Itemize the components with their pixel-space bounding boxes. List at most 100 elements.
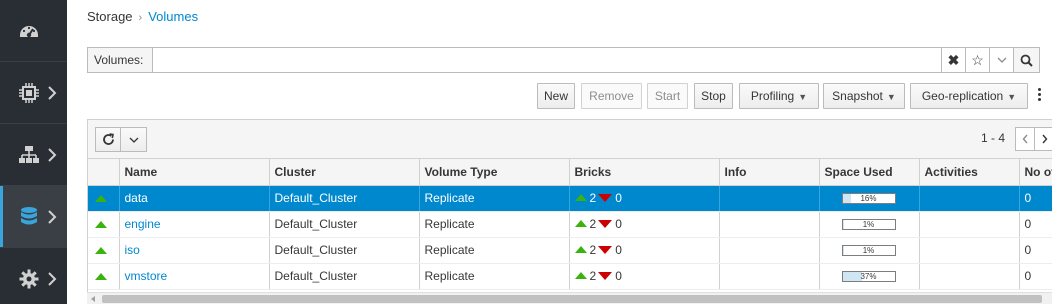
- column-header-no-of[interactable]: No of: [1019, 159, 1052, 186]
- vertical-nav: [0, 0, 67, 304]
- cluster-cell: Default_Cluster: [269, 211, 420, 238]
- caret-down-icon: ▼: [798, 92, 808, 102]
- info-cell: [719, 185, 820, 212]
- bookmark-button[interactable]: ☆: [965, 48, 989, 72]
- horizontal-scrollbar[interactable]: [87, 292, 1052, 304]
- chevron-right-icon: [48, 85, 57, 100]
- scrollbar-thumb[interactable]: [102, 295, 1042, 303]
- pagination-range: 1 - 4: [981, 131, 1006, 145]
- bricks-up-count: 2: [589, 243, 597, 257]
- space-progress-fill: [842, 193, 851, 203]
- column-header-activities[interactable]: Activities: [919, 159, 1020, 186]
- volume-type-cell: Replicate: [419, 211, 570, 238]
- arrow-up-icon: [574, 246, 587, 253]
- profiling-dropdown[interactable]: Profiling ▼: [739, 83, 819, 109]
- column-header-volume-type[interactable]: Volume Type: [419, 159, 570, 186]
- nav-item-compute[interactable]: [0, 62, 67, 124]
- bricks-cell: 20: [569, 211, 720, 238]
- arrow-up-icon: [574, 272, 587, 279]
- volumes-table: Name Cluster Volume Type Bricks Info Spa…: [88, 159, 1052, 290]
- start-button[interactable]: Start: [647, 83, 688, 109]
- volumes-grid: 1 - 4 Name Cluster Volume Type Bricks In…: [87, 119, 1052, 304]
- arrow-down-icon: [598, 246, 613, 254]
- grid-toolbar: 1 - 4: [88, 120, 1052, 159]
- status-cell: [88, 185, 120, 212]
- activities-cell: [919, 185, 1020, 212]
- chevron-right-icon: [48, 147, 57, 162]
- space-progress-fill: [842, 245, 844, 255]
- bricks-up-count: 2: [589, 269, 597, 283]
- geo-replication-label: Geo-replication: [921, 89, 1004, 103]
- star-icon: ☆: [971, 51, 984, 68]
- chevron-down-icon: [129, 137, 138, 143]
- column-header-status: [88, 159, 120, 186]
- table-row[interactable]: engine Default_Cluster Replicate 20 1% 0: [88, 211, 1052, 238]
- database-icon: [21, 206, 37, 224]
- volume-type-cell: Replicate: [419, 263, 570, 290]
- remove-button[interactable]: Remove: [581, 83, 642, 109]
- bricks-cell: 20: [569, 263, 720, 290]
- cluster-cell: Default_Cluster: [269, 263, 420, 290]
- gear-icon: [19, 269, 39, 288]
- scroll-left-icon[interactable]: [91, 296, 95, 302]
- profiling-label: Profiling: [750, 89, 795, 103]
- table-row[interactable]: data Default_Cluster Replicate 20 16% 0: [88, 185, 1052, 212]
- arrow-up-icon: [574, 220, 587, 227]
- kebab-menu-icon[interactable]: [1038, 88, 1042, 103]
- bricks-down-count: 0: [615, 217, 622, 231]
- nav-item-network[interactable]: [0, 124, 67, 186]
- new-button[interactable]: New: [537, 83, 575, 109]
- bricks-down-count: 0: [615, 243, 622, 257]
- next-page-button[interactable]: [1034, 127, 1052, 151]
- breadcrumb: Storage › Volumes: [87, 9, 198, 24]
- volume-type-cell: Replicate: [419, 185, 570, 212]
- space-percent: 1%: [862, 245, 875, 255]
- table-row[interactable]: vmstore Default_Cluster Replicate 20 37%…: [88, 263, 1052, 290]
- nav-item-storage[interactable]: [0, 186, 67, 248]
- previous-page-button[interactable]: [1015, 127, 1035, 151]
- search-input[interactable]: [153, 48, 941, 72]
- no-of-cell: 0: [1019, 263, 1052, 290]
- volume-name[interactable]: iso: [119, 237, 270, 264]
- bricks-cell: 20: [569, 237, 720, 264]
- search-button[interactable]: [1013, 48, 1039, 72]
- no-of-cell: 0: [1019, 185, 1052, 212]
- nav-item-administration[interactable]: [0, 248, 67, 304]
- space-progress-fill: [842, 219, 844, 229]
- arrow-down-icon: [598, 272, 613, 280]
- bookmark-dropdown-button[interactable]: [989, 48, 1013, 72]
- bricks-cell: 20: [569, 185, 720, 212]
- refresh-button[interactable]: [95, 127, 121, 152]
- chevron-down-icon: [997, 57, 1006, 63]
- space-used-cell: 37%: [819, 263, 920, 290]
- space-progress-bar: 1%: [841, 218, 896, 230]
- volume-name[interactable]: engine: [119, 211, 270, 238]
- cluster-cell: Default_Cluster: [269, 237, 420, 264]
- column-header-name[interactable]: Name: [119, 159, 270, 186]
- column-header-space-used[interactable]: Space Used: [819, 159, 920, 186]
- caret-down-icon: ▼: [1007, 92, 1017, 102]
- activities-cell: [919, 237, 1020, 264]
- volume-name[interactable]: vmstore: [119, 263, 270, 290]
- breadcrumb-parent[interactable]: Storage: [87, 9, 133, 24]
- chip-icon: [19, 82, 39, 103]
- refresh-dropdown-button[interactable]: [121, 127, 147, 152]
- column-header-info[interactable]: Info: [719, 159, 820, 186]
- column-header-bricks[interactable]: Bricks: [569, 159, 720, 186]
- stop-button[interactable]: Stop: [694, 83, 733, 109]
- breadcrumb-current[interactable]: Volumes: [148, 9, 198, 24]
- refresh-icon: [102, 133, 114, 145]
- clear-search-button[interactable]: ✖: [941, 48, 965, 72]
- volume-name[interactable]: data: [119, 185, 270, 212]
- chevron-right-icon: [1041, 134, 1047, 144]
- snapshot-dropdown[interactable]: Snapshot ▼: [823, 83, 905, 109]
- space-percent: 37%: [860, 271, 877, 281]
- space-progress-bar: 37%: [841, 270, 896, 282]
- snapshot-label: Snapshot: [832, 89, 883, 103]
- table-row[interactable]: iso Default_Cluster Replicate 20 1% 0: [88, 237, 1052, 264]
- nav-item-dashboard[interactable]: [0, 0, 67, 62]
- search-bar: Volumes: ✖ ☆: [87, 47, 1040, 73]
- geo-replication-dropdown[interactable]: Geo-replication ▼: [910, 83, 1028, 109]
- column-header-cluster[interactable]: Cluster: [269, 159, 420, 186]
- search-label: Volumes:: [88, 48, 153, 72]
